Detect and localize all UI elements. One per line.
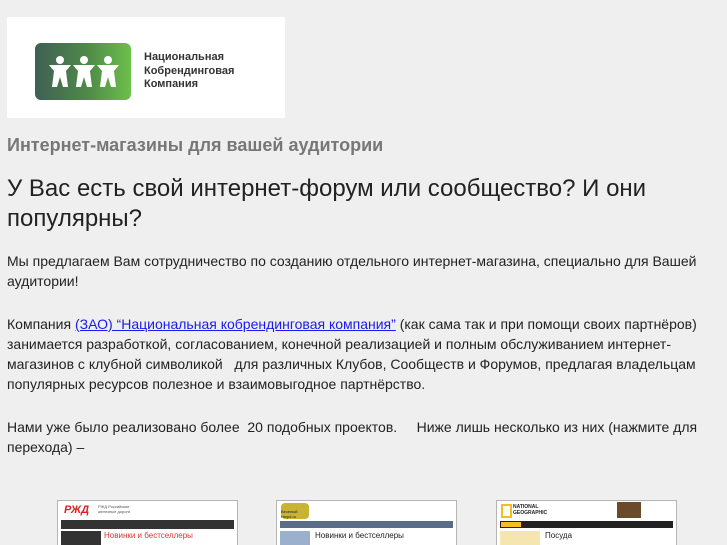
projects-paragraph: Нами уже было реализовано более 20 подоб… (7, 417, 727, 457)
project-name: NATIONAL GEOGRAPHIC (513, 504, 548, 516)
text-line: популярных ресурсов полезное и взаимовыг… (7, 376, 426, 392)
company-link[interactable]: (ЗАО) “Национальная кобрендинговая компа… (75, 316, 396, 332)
project-name: Веселый Нюрd.ru (281, 509, 298, 519)
page-headline: У Вас есть свой интернет-форум или сообщ… (7, 175, 647, 232)
text-span: Компания (7, 316, 75, 332)
text-line: магазинов с клубной символикой для разли… (7, 356, 696, 372)
text-span: (как сама так и при помощи своих партнёр… (395, 316, 697, 332)
nav-bar (280, 521, 453, 528)
logo-line: Кобрендинговая (144, 64, 235, 77)
rzd-logo: РЖД (64, 504, 90, 516)
project-thumbnail-natgeo[interactable]: NATIONAL GEOGRAPHIC Посуда (496, 500, 677, 545)
people-logo-icon (35, 43, 131, 100)
nav-active (501, 522, 521, 527)
company-paragraph: Компания (ЗАО) “Национальная кобрендинго… (7, 314, 727, 394)
text-line: аудитории! (7, 273, 79, 289)
project-thumbnail-nyurd[interactable]: Веселый Нюрd.ru Новинки и бестселлеры (276, 500, 457, 545)
nav-bar (500, 521, 673, 528)
text-line: Мы предлагаем Вам сотрудничество по созд… (7, 253, 697, 269)
company-logo: Национальная Кобрендинговая Компания (7, 17, 285, 118)
logo-line: Национальная (144, 51, 224, 63)
nav-bar (61, 520, 234, 529)
text-line: перехода) – (7, 439, 85, 455)
project-thumbnail-rzd[interactable]: РЖД РЖД Российские железные дороги Новин… (57, 500, 238, 545)
logo-line: Компания (144, 78, 199, 90)
project-heading: Новинки и бестселлеры (315, 531, 404, 540)
page-subtitle: Интернет-магазины для вашей аудитории (7, 135, 384, 155)
project-heading: Посуда (545, 531, 573, 540)
text-line: Нами уже было реализовано более 20 подоб… (7, 419, 698, 435)
project-heading: Новинки и бестселлеры (104, 531, 193, 540)
text-line: занимается разработкой, согласованием, к… (7, 336, 672, 352)
magazine-image (617, 502, 641, 518)
sidebar-block (500, 531, 540, 545)
project-name: РЖД Российские железные дороги (98, 504, 131, 514)
natgeo-logo-icon (501, 504, 512, 518)
intro-paragraph: Мы предлагаем Вам сотрудничество по созд… (7, 251, 727, 291)
sidebar-block (61, 531, 101, 545)
logo-text: Национальная Кобрендинговая Компания (144, 51, 234, 92)
sidebar-block (280, 531, 310, 545)
